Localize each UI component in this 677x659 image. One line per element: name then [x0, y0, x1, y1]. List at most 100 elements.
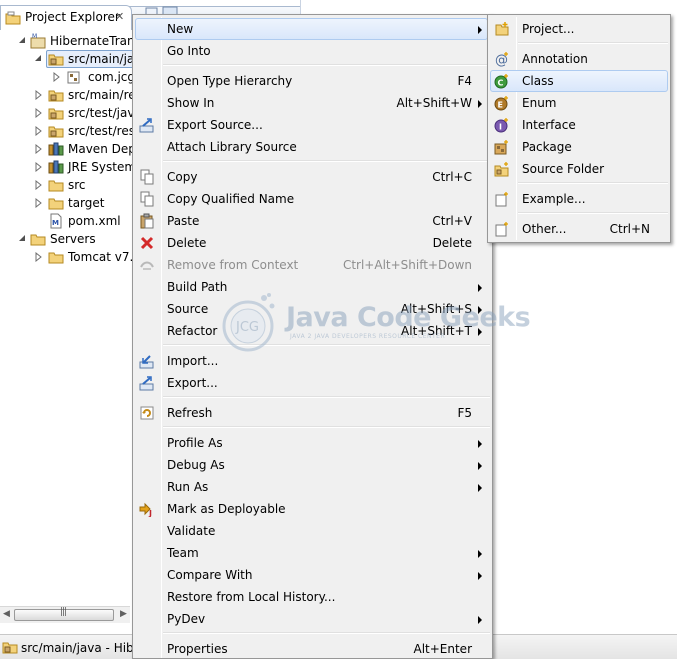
tree-item-tomcat[interactable]: Tomcat v7.0 [0, 248, 141, 266]
submenu-item-source-folder[interactable]: Source Folder [490, 158, 668, 180]
collapse-arrow-icon[interactable] [52, 72, 62, 82]
collapse-arrow-icon[interactable] [34, 162, 44, 172]
menu-item-paste[interactable]: Paste Ctrl+V [135, 210, 490, 232]
tree-item-project[interactable]: M HibernateTrans [0, 32, 141, 50]
menu-separator [163, 426, 490, 428]
menu-item-label: Example... [522, 192, 586, 206]
menu-item-new[interactable]: New [135, 18, 490, 40]
menu-item-label: Package [522, 140, 572, 154]
menu-item-restore-from-local-history[interactable]: Restore from Local History... [135, 586, 490, 608]
menu-separator [518, 182, 668, 184]
menu-item-label: Properties [167, 642, 228, 656]
tree-item-servers[interactable]: Servers [0, 230, 140, 248]
submenu-item-package[interactable]: Package [490, 136, 668, 158]
menu-item-label: New [167, 22, 194, 36]
submenu-item-interface[interactable]: I Interface [490, 114, 668, 136]
collapse-arrow-icon[interactable] [34, 126, 44, 136]
collapse-arrow-icon[interactable] [34, 198, 44, 208]
menu-item-refresh[interactable]: Refresh F5 [135, 402, 490, 424]
submenu-item-enum[interactable]: E Enum [490, 92, 668, 114]
menu-item-label: Annotation [522, 52, 588, 66]
menu-item-label: Debug As [167, 458, 225, 472]
tree-item-package[interactable]: com.jcg [0, 68, 140, 86]
menu-item-team[interactable]: Team [135, 542, 490, 564]
menu-item-label: Restore from Local History... [167, 590, 336, 604]
package-icon [66, 69, 82, 85]
tree-item-src[interactable]: src [0, 176, 140, 194]
annotation-icon: @ [494, 51, 510, 68]
tree-item-src-test-resources[interactable]: src/test/reso [0, 122, 142, 140]
menu-item-label: Project... [522, 22, 575, 36]
expand-arrow-icon[interactable] [34, 54, 44, 64]
new-submenu: Project... @ Annotation C Class E Enum I… [487, 14, 671, 243]
menu-item-compare-with[interactable]: Compare With [135, 564, 490, 586]
tree-item-target[interactable]: target [0, 194, 140, 212]
svg-text:I: I [499, 123, 502, 132]
submenu-item-annotation[interactable]: @ Annotation [490, 48, 668, 70]
expand-arrow-icon[interactable] [18, 36, 28, 46]
menu-item-validate[interactable]: Validate [135, 520, 490, 542]
menu-item-run-as[interactable]: Run As [135, 476, 490, 498]
collapse-arrow-icon[interactable] [34, 252, 44, 262]
menu-item-mark-as-deployable[interactable]: J Mark as Deployable [135, 498, 490, 520]
menu-item-accelerator: Ctrl+N [609, 222, 650, 236]
tree-item-label: pom.xml [68, 214, 121, 228]
collapse-arrow-icon[interactable] [34, 180, 44, 190]
tree-item-label: com.jcg [88, 70, 135, 84]
collapse-arrow-icon[interactable] [34, 108, 44, 118]
menu-item-go-into[interactable]: Go Into [135, 40, 490, 62]
menu-item-export-source[interactable]: Export Source... [135, 114, 490, 136]
menu-item-accelerator: Ctrl+V [432, 214, 472, 228]
tree-item-src-main-java[interactable]: src/main/jav [0, 50, 141, 68]
menu-item-properties[interactable]: Properties Alt+Enter [135, 638, 490, 659]
tree-item-src-test-java[interactable]: src/test/java [0, 104, 142, 122]
expand-arrow-icon[interactable] [18, 234, 28, 244]
menu-item-delete[interactable]: Delete Delete [135, 232, 490, 254]
menu-item-open-type-hierarchy[interactable]: Open Type Hierarchy F4 [135, 70, 490, 92]
folder-icon [30, 231, 46, 247]
tree-item-maven-dependencies[interactable]: Maven Depe [0, 140, 143, 158]
close-icon[interactable]: ✕ [115, 10, 124, 23]
menu-item-label: Source Folder [522, 162, 605, 176]
tree-item-jre-system[interactable]: JRE System [0, 158, 140, 176]
scroll-left-icon[interactable]: ◀ [3, 609, 10, 619]
menu-item-accelerator: Ctrl+Alt+Shift+Down [342, 258, 472, 272]
jcg-logo-icon: JCG [222, 293, 275, 352]
watermark-subtitle: JAVA 2 JAVA DEVELOPERS RESOURCE CENTER [290, 333, 446, 340]
scroll-right-icon[interactable]: ▶ [120, 609, 127, 619]
menu-item-attach-library-source[interactable]: Attach Library Source [135, 136, 490, 158]
scrollbar-thumb[interactable]: ||| [14, 607, 114, 621]
submenu-item-project[interactable]: Project... [490, 18, 668, 40]
svg-text:E: E [498, 101, 503, 110]
tree-item-pom-xml[interactable]: M pom.xml [0, 212, 140, 230]
tree-item-label: HibernateTrans [50, 34, 141, 48]
menu-item-label: Open Type Hierarchy [167, 74, 293, 88]
submenu-item-class[interactable]: C Class [490, 70, 668, 92]
delete-icon [139, 235, 155, 251]
tree-item-label: Servers [50, 232, 96, 246]
tab-project-explorer[interactable]: Project Explorer ✕ [0, 5, 132, 30]
menu-item-accelerator: F5 [457, 406, 472, 420]
menu-item-debug-as[interactable]: Debug As [135, 454, 490, 476]
submenu-arrow-icon [478, 550, 482, 558]
menu-separator [518, 212, 668, 214]
submenu-item-other[interactable]: Other... Ctrl+N [490, 218, 668, 240]
menu-item-copy[interactable]: Copy Ctrl+C [135, 166, 490, 188]
tree-item-label: src/main/re [68, 88, 136, 102]
submenu-item-example[interactable]: Example... [490, 188, 668, 210]
watermark-title: Java Code Geeks [286, 302, 531, 333]
submenu-arrow-icon [478, 100, 482, 108]
menu-item-export[interactable]: Export... [135, 372, 490, 394]
paste-icon [139, 213, 155, 229]
library-icon [48, 159, 64, 175]
collapse-arrow-icon[interactable] [34, 90, 44, 100]
menu-item-label: Go Into [167, 44, 211, 58]
menu-item-show-in[interactable]: Show In Alt+Shift+W [135, 92, 490, 114]
collapse-arrow-icon[interactable] [34, 144, 44, 154]
menu-item-copy-qualified-name[interactable]: Copy Qualified Name [135, 188, 490, 210]
horizontal-scrollbar[interactable]: ◀ ||| ▶ [0, 606, 130, 623]
tree-item-src-main-resources[interactable]: src/main/re [0, 86, 140, 104]
menu-item-pydev[interactable]: PyDev [135, 608, 490, 630]
menu-item-profile-as[interactable]: Profile As [135, 432, 490, 454]
interface-icon: I [494, 117, 510, 133]
